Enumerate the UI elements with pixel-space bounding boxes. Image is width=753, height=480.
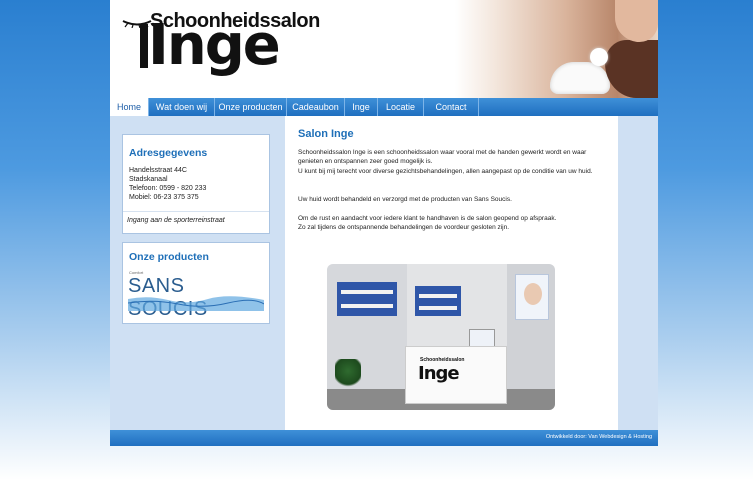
salon-photo: Schoonheidssalon Inge — [327, 264, 555, 410]
sidebar: Adresgegevens Handelsstraat 44C Stadskan… — [110, 116, 285, 430]
nav-onze-producten[interactable]: Onze producten — [215, 98, 287, 116]
address-phone: Telefoon: 0599 - 820 233 — [129, 185, 207, 192]
plant-icon — [335, 359, 361, 389]
door-paragraph: Zo zal tijdens de ontspannende behandeli… — [298, 224, 510, 231]
nav-inge[interactable]: Inge — [345, 98, 378, 116]
logo-bar — [140, 24, 148, 68]
footer: Ontwikkeld door: Van Webdesign & Hosting — [110, 430, 658, 446]
towel-shape — [550, 62, 610, 94]
main-nav: Home Wat doen wij Onze producten Cadeaub… — [110, 98, 658, 116]
page-wrapper: Schoonheidssalon Inge Home Wat doen wij … — [110, 0, 658, 446]
logo-main-text: Inge — [148, 13, 281, 78]
shelf-products — [341, 304, 393, 308]
right-column — [618, 116, 658, 430]
divider — [123, 211, 269, 212]
poster — [515, 274, 549, 320]
shelf-left — [337, 282, 397, 316]
products-paragraph: Uw huid wordt behandeld en verzorgd met … — [298, 196, 512, 203]
products-box[interactable]: Onze producten Comfort SANS SOUCIS — [122, 242, 270, 324]
nav-cadeaubon[interactable]: Cadeaubon — [287, 98, 345, 116]
nav-wat-doen-wij[interactable]: Wat doen wij — [149, 98, 215, 116]
appointment-paragraph: Om de rust en aandacht voor iedere klant… — [298, 215, 557, 222]
address-mobile: Mobiel: 06-23 375 375 — [129, 194, 199, 201]
hand-shape — [615, 0, 658, 42]
products-title: Onze producten — [129, 251, 209, 263]
address-street: Handelsstraat 44C — [129, 167, 187, 174]
hero-image — [455, 0, 658, 98]
shelf-center — [415, 286, 461, 316]
treatments-paragraph: U kunt bij mij terecht voor diverse gezi… — [298, 168, 593, 175]
intro-paragraph: Schoonheidssalon Inge is een schoonheids… — [298, 149, 587, 165]
counter-sign-main: Inge — [418, 363, 460, 384]
header: Schoonheidssalon Inge — [110, 0, 658, 98]
nav-locatie[interactable]: Locatie — [378, 98, 424, 116]
shelf-products — [419, 306, 457, 310]
flower-icon — [590, 48, 608, 66]
shelf-products — [419, 294, 457, 298]
hair-shape — [605, 40, 658, 98]
poster-face — [524, 283, 542, 305]
footer-credit[interactable]: Ontwikkeld door: Van Webdesign & Hosting — [546, 434, 652, 440]
address-box: Adresgegevens Handelsstraat 44C Stadskan… — [122, 134, 270, 234]
reception-counter: Schoonheidssalon Inge — [405, 346, 507, 404]
shelf-products — [341, 290, 393, 294]
main-content: Salon Inge Schoonheidssalon Inge is een … — [285, 116, 618, 430]
nav-contact[interactable]: Contact — [424, 98, 479, 116]
page-title: Salon Inge — [298, 128, 354, 140]
entrance-note: Ingang aan de sporterreinstraat — [127, 217, 225, 224]
water-wave-icon — [128, 296, 264, 311]
nav-home[interactable]: Home — [110, 98, 149, 116]
address-city: Stadskanaal — [129, 176, 168, 183]
address-title: Adresgegevens — [129, 147, 208, 159]
